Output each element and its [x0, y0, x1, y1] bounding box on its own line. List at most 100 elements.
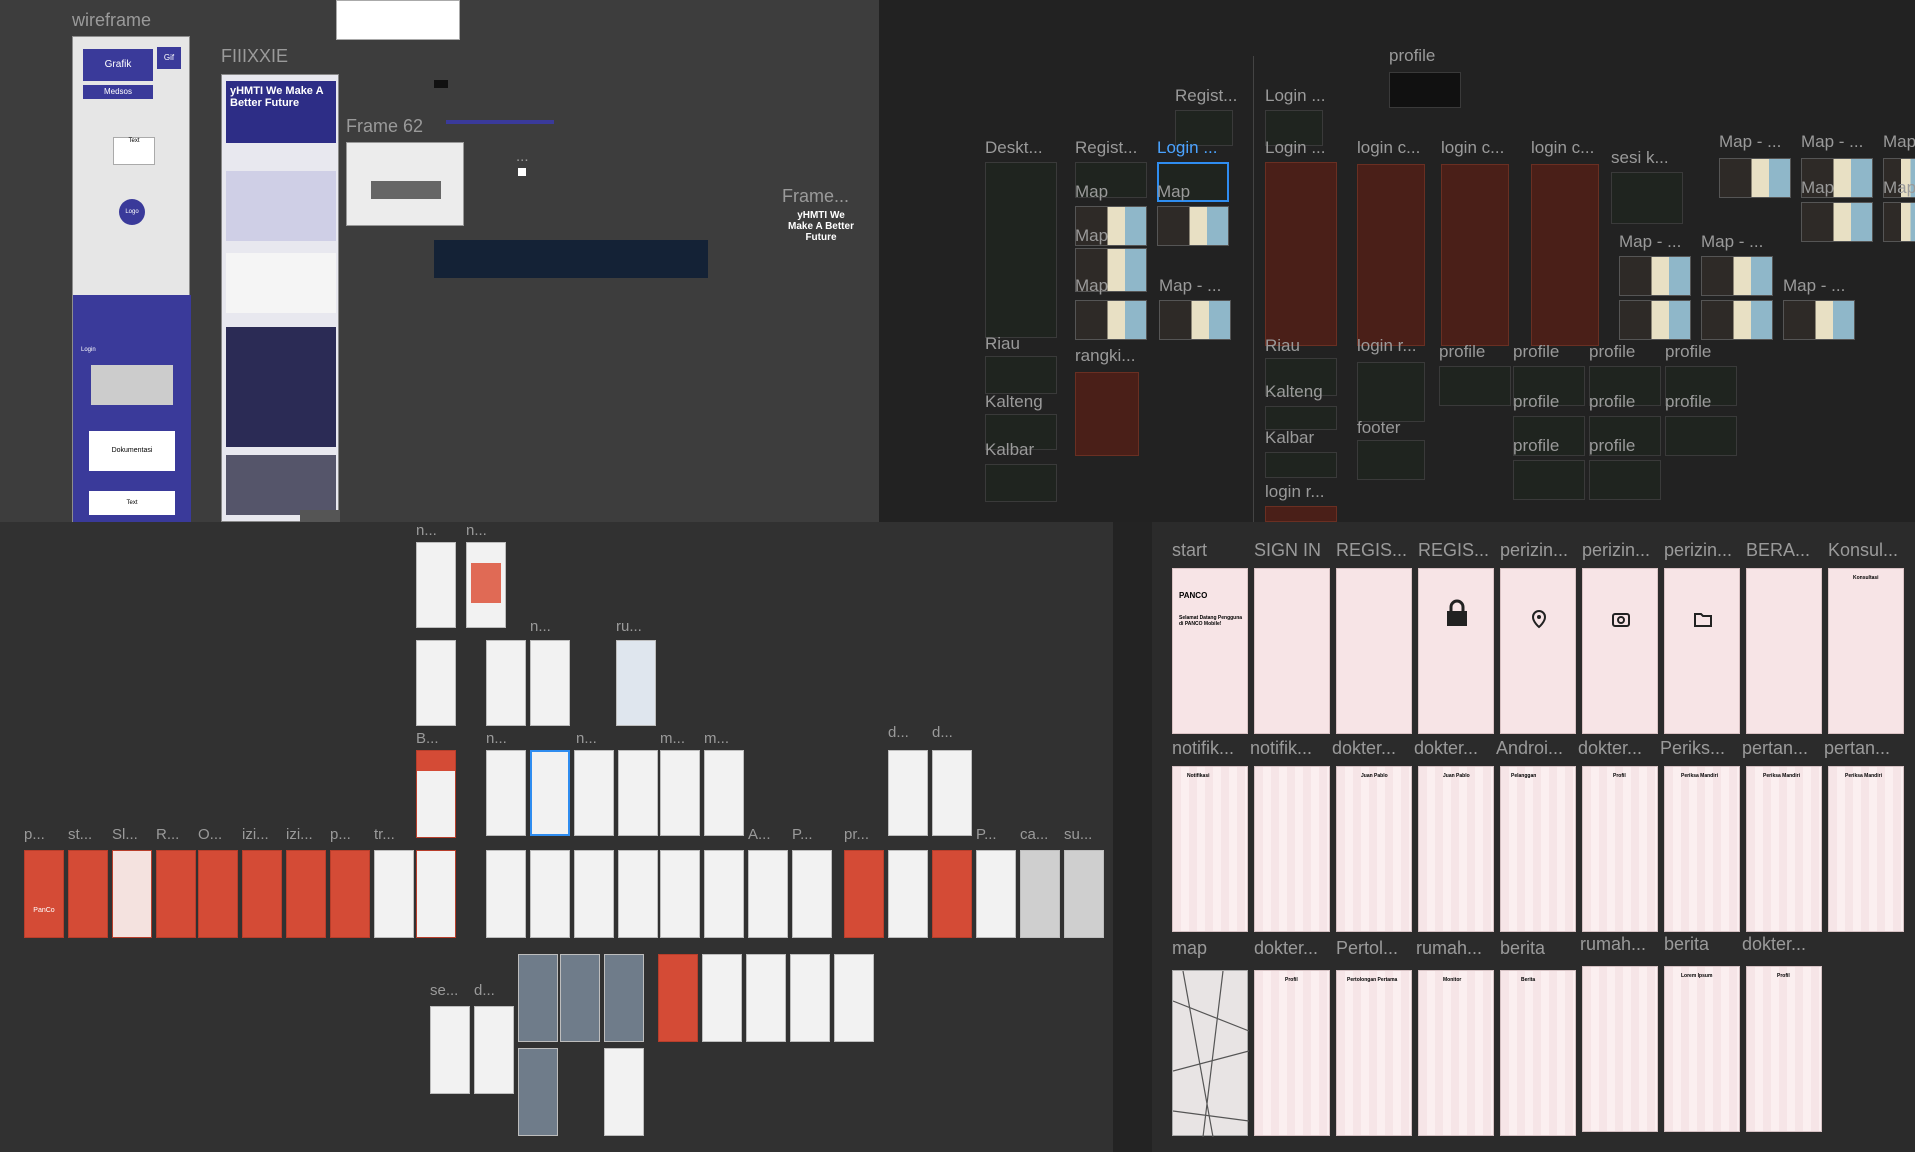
label-login-c3[interactable]: login c...: [1531, 138, 1594, 158]
label-login-r2[interactable]: login r...: [1265, 482, 1325, 502]
label-r[interactable]: R...: [156, 826, 179, 843]
label-profile-e[interactable]: profile: [1513, 392, 1559, 412]
screen-dokter-5[interactable]: Profil: [1746, 966, 1822, 1132]
label-profile-c[interactable]: profile: [1589, 342, 1635, 362]
profile-frame-i[interactable]: [1589, 460, 1661, 500]
login-r-frame[interactable]: [1357, 362, 1425, 422]
label-konsul[interactable]: Konsul...: [1828, 540, 1898, 561]
label-pertan-2[interactable]: pertan...: [1824, 738, 1890, 759]
map-frame-c[interactable]: [1075, 300, 1147, 340]
label-map-1[interactable]: Map - ...: [1719, 132, 1781, 152]
screen-regis-2[interactable]: [1418, 568, 1494, 734]
login-c-frame-1[interactable]: [1357, 164, 1425, 346]
label-login-c1[interactable]: login c...: [1357, 138, 1420, 158]
label-n5[interactable]: n...: [576, 730, 597, 747]
label-profile-top[interactable]: profile: [1389, 46, 1435, 66]
label-profile-f[interactable]: profile: [1589, 392, 1635, 412]
screen-perizin-1[interactable]: [1500, 568, 1576, 734]
label-n1[interactable]: n...: [416, 522, 437, 539]
screen-notifikasi-1[interactable]: Notifikasi: [1172, 766, 1248, 932]
screen-row4-8[interactable]: [932, 850, 972, 938]
screen-beranda[interactable]: [1746, 568, 1822, 734]
label-ca[interactable]: ca...: [1020, 826, 1048, 843]
desktop-frame[interactable]: [985, 162, 1057, 338]
screen-tr[interactable]: [374, 850, 414, 938]
label-kalteng-1[interactable]: Kalteng: [985, 392, 1043, 412]
label-d1[interactable]: d...: [888, 724, 909, 741]
screen-pertolongan[interactable]: Pertolongan Pertama: [1336, 970, 1412, 1136]
label-se[interactable]: se...: [430, 982, 458, 999]
label-rumah-2[interactable]: rumah...: [1580, 934, 1646, 955]
screen-se[interactable]: [430, 1006, 470, 1094]
label-su[interactable]: su...: [1064, 826, 1092, 843]
label-regis-1[interactable]: REGIS...: [1336, 540, 1407, 561]
label-perizin-3[interactable]: perizin...: [1664, 540, 1732, 561]
label-n2[interactable]: n...: [466, 522, 487, 539]
label-deskt[interactable]: Deskt...: [985, 138, 1043, 158]
fiiixxie-poster-frame[interactable]: yHMTI We Make A Better Future: [221, 74, 339, 522]
map-frame-l[interactable]: [1701, 300, 1773, 340]
screen-d3[interactable]: [474, 1006, 514, 1094]
label-p1[interactable]: p...: [24, 826, 45, 843]
label-map-i[interactable]: Map: [1801, 178, 1834, 198]
label-map-d[interactable]: Map: [1157, 182, 1190, 202]
screen-map-2[interactable]: [704, 750, 744, 836]
label-kalbar-2[interactable]: Kalbar: [1265, 428, 1314, 448]
screen-row4-3[interactable]: [574, 850, 614, 938]
screen-row2-2[interactable]: [486, 640, 526, 726]
label-n3[interactable]: n...: [530, 618, 551, 635]
label-pertan-1[interactable]: pertan...: [1742, 738, 1808, 759]
label-androi[interactable]: Androi...: [1496, 738, 1563, 759]
profile-frame-h[interactable]: [1513, 460, 1585, 500]
screen-pertanyaan-1[interactable]: Periksa Mandiri: [1746, 766, 1822, 932]
label-rumah-1[interactable]: rumah...: [1416, 938, 1482, 959]
label-signin[interactable]: SIGN IN: [1254, 540, 1321, 561]
screen-android[interactable]: Pelanggan: [1500, 766, 1576, 932]
screen-notifikasi-2[interactable]: [1254, 766, 1330, 932]
screen-row3-2[interactable]: [486, 750, 526, 836]
screen-pr[interactable]: [844, 850, 884, 938]
dark-navy-rect[interactable]: [434, 240, 708, 278]
ranking-frame[interactable]: [1075, 372, 1139, 456]
map-frame-h[interactable]: [1783, 300, 1855, 340]
profile-frame-g[interactable]: [1665, 416, 1737, 456]
screen-pertanyaan-2[interactable]: Periksa Mandiri: [1828, 766, 1904, 932]
label-a[interactable]: A...: [748, 826, 771, 843]
label-dokter-1[interactable]: dokter...: [1332, 738, 1396, 759]
label-periks[interactable]: Periks...: [1660, 738, 1725, 759]
label-regis-2[interactable]: REGIS...: [1418, 540, 1489, 561]
top-partial-frame[interactable]: [336, 0, 460, 40]
screen-rumah-1[interactable]: Monitor: [1418, 970, 1494, 1136]
label-sesi-k[interactable]: sesi k...: [1611, 148, 1669, 168]
screen-sos-5[interactable]: [834, 954, 874, 1042]
login-frame-2[interactable]: [1265, 162, 1337, 346]
label-izi2[interactable]: izi...: [286, 826, 313, 843]
screen-row4-6[interactable]: [704, 850, 744, 938]
screen-d1[interactable]: [888, 750, 928, 836]
label-login-2[interactable]: Login ...: [1265, 138, 1326, 158]
screen-sos-1[interactable]: [658, 954, 698, 1042]
screen-n2[interactable]: [466, 542, 506, 628]
label-map-c[interactable]: Map: [1075, 276, 1108, 296]
frame62[interactable]: [346, 142, 464, 226]
label-map-2[interactable]: Map - ...: [1801, 132, 1863, 152]
label-map-f[interactable]: Map - ...: [1619, 232, 1681, 252]
label-ru[interactable]: ru...: [616, 618, 642, 635]
label-login-r[interactable]: login r...: [1357, 336, 1417, 356]
screen-row3-5[interactable]: [618, 750, 658, 836]
label-regist-top[interactable]: Regist...: [1175, 86, 1237, 106]
canvas-region-website[interactable]: profile Regist... Login ... Deskt... Ria…: [879, 0, 1915, 522]
label-m1[interactable]: m...: [660, 730, 685, 747]
profile-frame-a[interactable]: [1439, 366, 1511, 406]
screen-row2-1[interactable]: [416, 640, 456, 726]
map-frame-f[interactable]: [1619, 256, 1691, 296]
label-profile-g[interactable]: profile: [1665, 392, 1711, 412]
screen-izi2[interactable]: [286, 850, 326, 938]
screen-map[interactable]: [1172, 970, 1250, 1138]
thin-blue-bar[interactable]: [446, 120, 554, 124]
label-perizin-2[interactable]: perizin...: [1582, 540, 1650, 561]
screen-signin[interactable]: [1254, 568, 1330, 734]
label-pertol[interactable]: Pertol...: [1336, 938, 1398, 959]
label-n4[interactable]: n...: [486, 730, 507, 747]
label-d3[interactable]: d...: [474, 982, 495, 999]
